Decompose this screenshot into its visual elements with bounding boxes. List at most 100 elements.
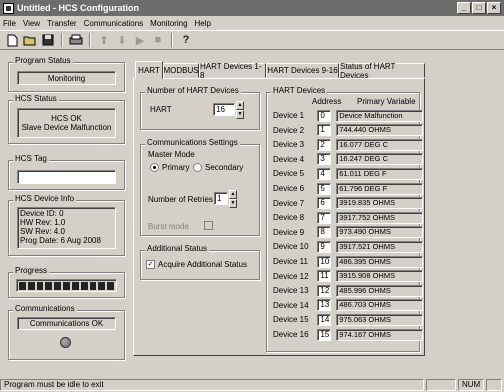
menu-help[interactable]: Help bbox=[195, 19, 211, 28]
secondary-radio-row[interactable]: Secondary bbox=[193, 163, 243, 172]
menu-file[interactable]: File bbox=[3, 19, 16, 28]
device-address-input[interactable]: 7 bbox=[317, 211, 332, 224]
communications-label: Communications bbox=[13, 304, 77, 313]
hart-count-spinner[interactable]: ▲ ▼ bbox=[236, 101, 244, 119]
maximize-button[interactable]: □ bbox=[472, 2, 486, 14]
secondary-radio[interactable] bbox=[193, 163, 202, 172]
device-row: Device 10 9 3917.521 OHMS bbox=[273, 240, 423, 253]
device-name-label: Device 10 bbox=[273, 242, 309, 252]
download-arrow-icon[interactable]: ⬇ bbox=[114, 32, 130, 48]
device-name-label: Device 14 bbox=[273, 300, 309, 310]
help-icon[interactable]: ? bbox=[178, 32, 194, 48]
toolbar-separator bbox=[61, 33, 63, 47]
device-address-input[interactable]: 15 bbox=[317, 328, 332, 341]
acquire-additional-row[interactable]: ✓ Acquire Additional Status bbox=[146, 260, 247, 269]
save-icon[interactable] bbox=[40, 32, 56, 48]
progress-segment bbox=[36, 281, 44, 290]
primary-radio[interactable] bbox=[150, 163, 159, 172]
print-icon[interactable] bbox=[68, 32, 84, 48]
device-id-text: Device ID: 0 bbox=[20, 209, 64, 218]
progress-fill bbox=[19, 281, 116, 290]
menu-view[interactable]: View bbox=[23, 19, 40, 28]
progress-segment bbox=[63, 281, 70, 290]
device-address-input[interactable]: 9 bbox=[317, 240, 332, 253]
device-address-input[interactable]: 0 bbox=[317, 109, 332, 122]
device-name-label: Device 7 bbox=[273, 198, 305, 208]
comm-settings-label: Communications Settings bbox=[145, 138, 240, 147]
device-address-input[interactable]: 3 bbox=[317, 153, 332, 166]
device-primary-variable: 485.996 OHMS bbox=[336, 284, 423, 297]
tab-hart-devices-9-16[interactable]: HART Devices 9-16 bbox=[266, 63, 339, 78]
hcs-status-line2: Slave Device Malfunction bbox=[21, 123, 112, 132]
device-row: Device 15 14 975.063 OHMS bbox=[273, 313, 423, 326]
stop-icon[interactable]: ■ bbox=[150, 32, 166, 48]
hart-count-input[interactable]: 16 bbox=[213, 103, 235, 116]
device-primary-variable: 973.490 OHMS bbox=[336, 226, 423, 239]
secondary-radio-label: Secondary bbox=[205, 163, 244, 172]
upload-arrow-icon[interactable]: ⬆ bbox=[96, 32, 112, 48]
device-primary-variable: 3915.908 OHMS bbox=[336, 270, 423, 283]
device-address-input[interactable]: 6 bbox=[317, 197, 332, 210]
menu-bar: File View Transfer Communications Monito… bbox=[0, 16, 504, 30]
hcs-tag-label: HCS Tag bbox=[13, 154, 49, 163]
device-primary-variable: 744.440 OHMS bbox=[336, 124, 423, 137]
device-primary-variable: Device Malfunction bbox=[336, 109, 423, 122]
device-row: Device 12 11 3915.908 OHMS bbox=[273, 270, 423, 283]
spin-down-icon[interactable]: ▼ bbox=[229, 199, 237, 208]
status-bar: Program must be idle to exit NUM bbox=[0, 378, 504, 392]
spin-up-icon[interactable]: ▲ bbox=[236, 101, 244, 110]
device-address-input[interactable]: 11 bbox=[317, 270, 332, 283]
hcs-status-box: HCS OK Slave Device Malfunction bbox=[17, 108, 116, 138]
device-primary-variable: 3919.835 OHMS bbox=[336, 197, 423, 210]
minimize-button[interactable]: _ bbox=[457, 2, 471, 14]
device-address-input[interactable]: 14 bbox=[317, 313, 332, 326]
burst-mode-checkbox[interactable] bbox=[204, 221, 213, 230]
communications-led-icon bbox=[60, 337, 71, 348]
spin-down-icon[interactable]: ▼ bbox=[236, 110, 244, 119]
device-row: Device 11 10 486.395 OHMS bbox=[273, 255, 423, 268]
tab-hart[interactable]: HART bbox=[135, 61, 163, 79]
device-name-label: Device 4 bbox=[273, 154, 305, 164]
primary-radio-row[interactable]: Primary bbox=[150, 163, 190, 172]
menu-transfer[interactable]: Transfer bbox=[47, 19, 77, 28]
device-address-input[interactable]: 2 bbox=[317, 138, 332, 151]
title-bar: Untitled - HCS Configuration _ □ × bbox=[0, 0, 504, 16]
hcs-tag-input[interactable] bbox=[17, 170, 116, 184]
additional-status-label: Additional Status bbox=[145, 244, 210, 253]
close-button[interactable]: × bbox=[487, 2, 501, 14]
menu-monitoring[interactable]: Monitoring bbox=[150, 19, 187, 28]
tab-status-of-hart-devices[interactable]: Status of HART Devices bbox=[339, 62, 425, 80]
tab-modbus[interactable]: MODBUS bbox=[163, 63, 199, 78]
device-address-input[interactable]: 1 bbox=[317, 124, 332, 137]
tab-hart-devices-1-8[interactable]: HART Devices 1-8 bbox=[199, 62, 266, 80]
device-name-label: Device 13 bbox=[273, 286, 309, 296]
retries-input[interactable]: 1 bbox=[214, 192, 228, 205]
device-name-label: Device 12 bbox=[273, 271, 309, 281]
device-row: Device 7 6 3919.835 OHMS bbox=[273, 197, 423, 210]
play-icon[interactable]: ▶ bbox=[132, 32, 148, 48]
progress-segment bbox=[45, 281, 53, 290]
toolbar: ⬆ ⬇ ▶ ■ ? bbox=[0, 30, 504, 50]
device-address-input[interactable]: 8 bbox=[317, 226, 332, 239]
device-info-label: HCS Device Info bbox=[13, 194, 77, 203]
device-address-input[interactable]: 13 bbox=[317, 299, 332, 312]
master-mode-label: Master Mode bbox=[148, 150, 195, 159]
retries-spinner[interactable]: ▲ ▼ bbox=[229, 190, 237, 208]
device-address-input[interactable]: 4 bbox=[317, 167, 332, 180]
hart-count-label: HART bbox=[150, 105, 172, 114]
progress-segment bbox=[107, 281, 114, 290]
acquire-additional-checkbox[interactable]: ✓ bbox=[146, 260, 155, 269]
device-row: Device 3 2 16.077 DEG C bbox=[273, 138, 423, 151]
device-address-input[interactable]: 5 bbox=[317, 182, 332, 195]
address-column-header: Address bbox=[312, 97, 342, 106]
device-row: Device 16 15 974.167 OHMS bbox=[273, 328, 423, 341]
status-message: Program must be idle to exit bbox=[0, 379, 424, 391]
new-file-icon[interactable] bbox=[4, 32, 20, 48]
device-address-input[interactable]: 10 bbox=[317, 255, 332, 268]
menu-communications[interactable]: Communications bbox=[84, 19, 144, 28]
device-address-input[interactable]: 12 bbox=[317, 284, 332, 297]
device-primary-variable: 486.703 OHMS bbox=[336, 299, 423, 312]
device-primary-variable: 16.077 DEG C bbox=[336, 138, 423, 151]
spin-up-icon[interactable]: ▲ bbox=[229, 190, 237, 199]
open-folder-icon[interactable] bbox=[22, 32, 38, 48]
